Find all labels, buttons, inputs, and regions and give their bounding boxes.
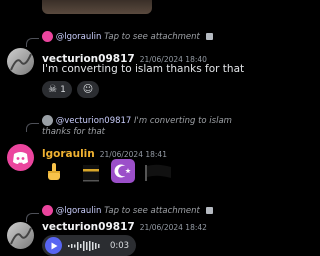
reply-text-line1: I'm converting to islam <box>134 116 232 126</box>
reaction-skull[interactable]: ☠ 1 <box>42 81 72 98</box>
middle-finger-emoji <box>43 161 65 183</box>
reply-connector <box>26 213 39 222</box>
reply-text: Tap to see attachment <box>104 32 200 42</box>
username[interactable]: vecturion09817 <box>42 221 135 233</box>
avatar[interactable] <box>7 48 34 75</box>
skull-emoji: ☠ <box>48 84 58 95</box>
add-reaction-icon: ☺ <box>82 84 94 95</box>
voice-message[interactable]: 0:03 <box>42 235 136 256</box>
black-flag-emoji <box>143 161 173 183</box>
add-reaction-button[interactable]: ☺ <box>77 81 99 98</box>
discord-logo-icon <box>13 152 28 164</box>
reply-preview[interactable]: @lgoraulin Tap to see attachment <box>42 31 213 42</box>
timestamp: 21/06/2024 18:42 <box>139 223 207 232</box>
reaction-count: 1 <box>60 84 66 95</box>
message-header: vecturion09817 21/06/2024 18:42 <box>42 215 207 234</box>
avatar[interactable] <box>7 144 34 171</box>
reply-connector <box>26 38 39 47</box>
username[interactable]: lgoraulin <box>42 148 95 160</box>
waveform <box>68 240 100 251</box>
avatar[interactable] <box>7 222 34 249</box>
reply-preview[interactable]: @vecturion09817 I'm converting to islam <box>42 115 232 126</box>
reply-avatar <box>42 115 53 126</box>
image-attachment-top[interactable] <box>42 0 152 14</box>
reply-avatar <box>42 31 53 42</box>
reply-username: @vecturion09817 <box>55 116 132 126</box>
image-icon <box>205 33 213 40</box>
reply-text-line2: thanks for that <box>42 127 106 137</box>
image-icon <box>205 207 213 214</box>
reply-connector <box>26 123 39 132</box>
message-header: lgoraulin 21/06/2024 18:41 <box>42 142 167 161</box>
play-button[interactable] <box>45 237 62 254</box>
message-text: I'm converting to islam thanks for that <box>42 63 245 75</box>
star-and-crescent-emoji <box>111 159 135 183</box>
timestamp: 21/06/2024 18:41 <box>99 150 167 159</box>
play-icon <box>51 242 57 249</box>
reply-username: @lgoraulin <box>55 32 102 42</box>
voice-duration: 0:03 <box>110 240 130 251</box>
kaaba-emoji <box>80 161 102 183</box>
